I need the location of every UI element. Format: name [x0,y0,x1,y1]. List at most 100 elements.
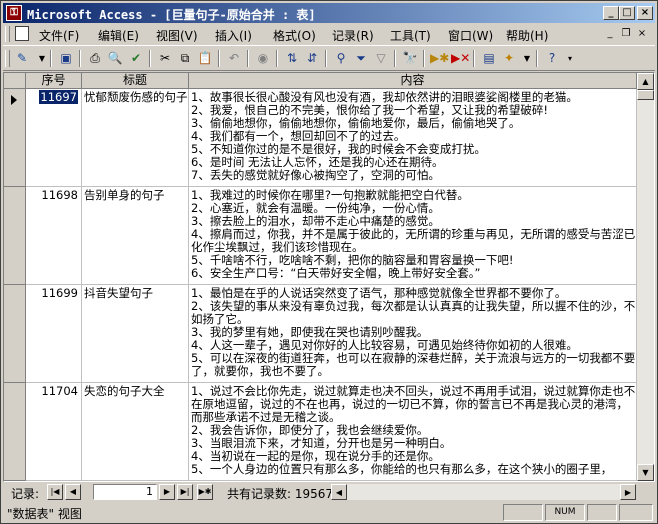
toolbar-separator [247,50,249,67]
record-selector[interactable] [4,383,26,481]
print-preview-icon[interactable]: 🔍 [106,50,124,67]
apply-filter-icon[interactable]: ▽ [372,50,390,67]
insert-hyperlink-icon[interactable]: ◉ [254,50,272,67]
num-lock-indicator: NUM [545,504,585,521]
toolbar-options-icon[interactable]: ▾ [561,50,579,67]
paste-icon[interactable]: 📋 [196,50,214,67]
record-navigator: 记录: |◀ ◀ 1 ▶ ▶| ▶✱ 共有记录数: 19567 ◀ ▶ [3,483,655,501]
next-record-button[interactable]: ▶ [159,484,175,500]
table-cell-content[interactable]: 1、说过不会比你先走，说过就算走也决不回头，说过不再用手试泪，说过就算你走也不在… [189,383,637,481]
doc-restore-button[interactable]: ❐ [619,27,633,41]
title-bar[interactable]: ⚿ Microsoft Access - [巨量句子-原始合并 : 表] _ □… [3,3,655,23]
scroll-right-button[interactable]: ▶ [620,484,636,500]
status-panel [587,504,617,521]
new-object-dropdown-icon[interactable]: ▼ [518,50,536,67]
current-record-arrow-icon [11,95,17,105]
column-header-content[interactable]: 内容 [189,73,637,89]
copy-icon[interactable]: ⧉ [176,50,194,67]
column-header-title[interactable]: 标题 [82,73,189,89]
menu-file[interactable]: 文件(F) [39,27,79,44]
toolbar-separator [536,50,538,67]
content-line: 5、可以在深夜的街道狂奔，也可以在寂静的深巷烂醉，关于流浪与远方的一切我都不要了… [191,351,636,378]
spelling-icon[interactable]: ✔ [127,50,145,67]
toolbar-separator [79,50,81,67]
dropdown-arrow-icon[interactable]: ▼ [33,50,51,67]
new-record-button[interactable]: ▶✱ [197,484,213,500]
help-icon[interactable]: ? [543,50,561,67]
table-cell-id[interactable]: 11698 [26,187,82,285]
table-cell-title[interactable]: 失恋的句子大全 [82,383,189,481]
new-record-icon[interactable]: ▶✱ [430,50,449,67]
scroll-thumb[interactable] [637,90,654,100]
menu-format[interactable]: 格式(O) [273,27,316,44]
undo-icon[interactable]: ↶ [225,50,243,67]
select-all-corner[interactable] [4,73,26,89]
datasheet-grid[interactable]: 序号 标题 内容 11697 忧郁颓废伤感的句子 1、故事很长很心酸没有风也没有… [3,72,655,482]
toolbar-separator [394,50,396,67]
content-line: 7、丢失的感觉就好像心被掏空了，空洞的可怕。 [191,168,440,182]
print-icon[interactable]: ⎙ [86,50,104,67]
database-window-icon[interactable]: ▤ [480,50,498,67]
view-design-icon[interactable]: ✎ [13,50,31,67]
new-object-icon[interactable]: ✦ [500,50,518,67]
cut-icon[interactable]: ✂ [156,50,174,67]
close-button[interactable]: × [637,6,653,20]
record-selector[interactable] [4,187,26,285]
scroll-left-button[interactable]: ◀ [331,484,347,500]
doc-minimize-button[interactable]: _ [603,27,617,41]
last-record-button[interactable]: ▶| [177,484,193,500]
toolbar: ✎ ▼ ▣ ⎙ 🔍 ✔ ✂ ⧉ 📋 ↶ ◉ ⇅ ⇵ ⚲ ⏷ ▽ 🔭 ▶✱ ▶✕ … [3,45,655,71]
table-cell-id[interactable]: 11704 [26,383,82,481]
sort-descending-icon[interactable]: ⇵ [303,50,321,67]
first-record-button[interactable]: |◀ [47,484,63,500]
scroll-down-button[interactable]: ▼ [637,464,654,481]
status-panel [503,504,543,521]
toolbar-separator [50,50,52,67]
table-cell-content[interactable]: 1、故事很长很心酸没有风也没有酒，我却依然讲的泪眼婆娑阁楼里的老猫。 2、我爱，… [189,89,637,187]
vertical-scrollbar[interactable]: ▲ ▼ [637,73,654,481]
filter-by-selection-icon[interactable]: ⚲ [332,50,350,67]
table-cell-title[interactable]: 忧郁颓废伤感的句子 [82,89,189,187]
status-panel [619,504,653,521]
status-bar: "数据表" 视图 NUM [3,503,655,522]
access-key-icon[interactable]: ⚿ [6,5,22,21]
toolbar-grip[interactable] [5,50,10,67]
table-cell-content[interactable]: 1、最怕是在乎的人说话突然变了语气，那种感觉就像全世界都不要你了。 2、该失望的… [189,285,637,383]
find-icon[interactable]: 🔭 [401,50,419,67]
table-cell-title[interactable]: 告别单身的句子 [82,187,189,285]
table-doc-icon[interactable] [15,26,29,41]
menu-records[interactable]: 记录(R) [332,27,374,44]
filter-by-form-icon[interactable]: ⏷ [352,50,370,67]
menu-help[interactable]: 帮助(H) [506,27,548,44]
record-selector[interactable] [4,285,26,383]
menu-bar: 文件(F) 编辑(E) 视图(V) 插入(I) 格式(O) 记录(R) 工具(T… [3,24,655,44]
current-record-input[interactable]: 1 [93,484,157,500]
maximize-button[interactable]: □ [619,6,635,20]
content-line: 4、擦肩而过，你我，并不是属于彼此的，无所谓的珍重与再见，无所谓的感受与苦涩已化… [191,227,636,254]
menu-insert[interactable]: 插入(I) [215,27,252,44]
save-icon[interactable]: ▣ [57,50,75,67]
toolbar-separator [276,50,278,67]
table-cell-id[interactable]: 11699 [26,285,82,383]
table-cell-title[interactable]: 抖音失望句子 [82,285,189,383]
horizontal-scrollbar[interactable]: ◀ ▶ [331,484,636,500]
column-header-id[interactable]: 序号 [26,73,82,89]
table-cell-id[interactable]: 11697 [26,89,82,187]
scroll-up-button[interactable]: ▲ [637,73,654,90]
record-selector[interactable] [4,89,26,187]
delete-record-icon[interactable]: ▶✕ [451,50,470,67]
sort-ascending-icon[interactable]: ⇅ [283,50,301,67]
menu-edit[interactable]: 编辑(E) [98,27,139,44]
toolbar-separator [325,50,327,67]
menu-grip[interactable] [5,26,10,42]
table-cell-content[interactable]: 1、我难过的时候你在哪里?一句抱歉就能把空白代替。 2、心塞近，就会有温暖。一份… [189,187,637,285]
toolbar-separator [473,50,475,67]
toolbar-separator [149,50,151,67]
menu-view[interactable]: 视图(V) [156,27,198,44]
doc-close-button[interactable]: × [635,27,649,41]
minimize-button[interactable]: _ [603,6,619,20]
menu-window[interactable]: 窗口(W) [448,27,493,44]
content-line: 6、安全生产口号：“白天带好安全帽，晚上带好安全套。” [191,266,481,280]
menu-tools[interactable]: 工具(T) [390,27,431,44]
previous-record-button[interactable]: ◀ [65,484,81,500]
